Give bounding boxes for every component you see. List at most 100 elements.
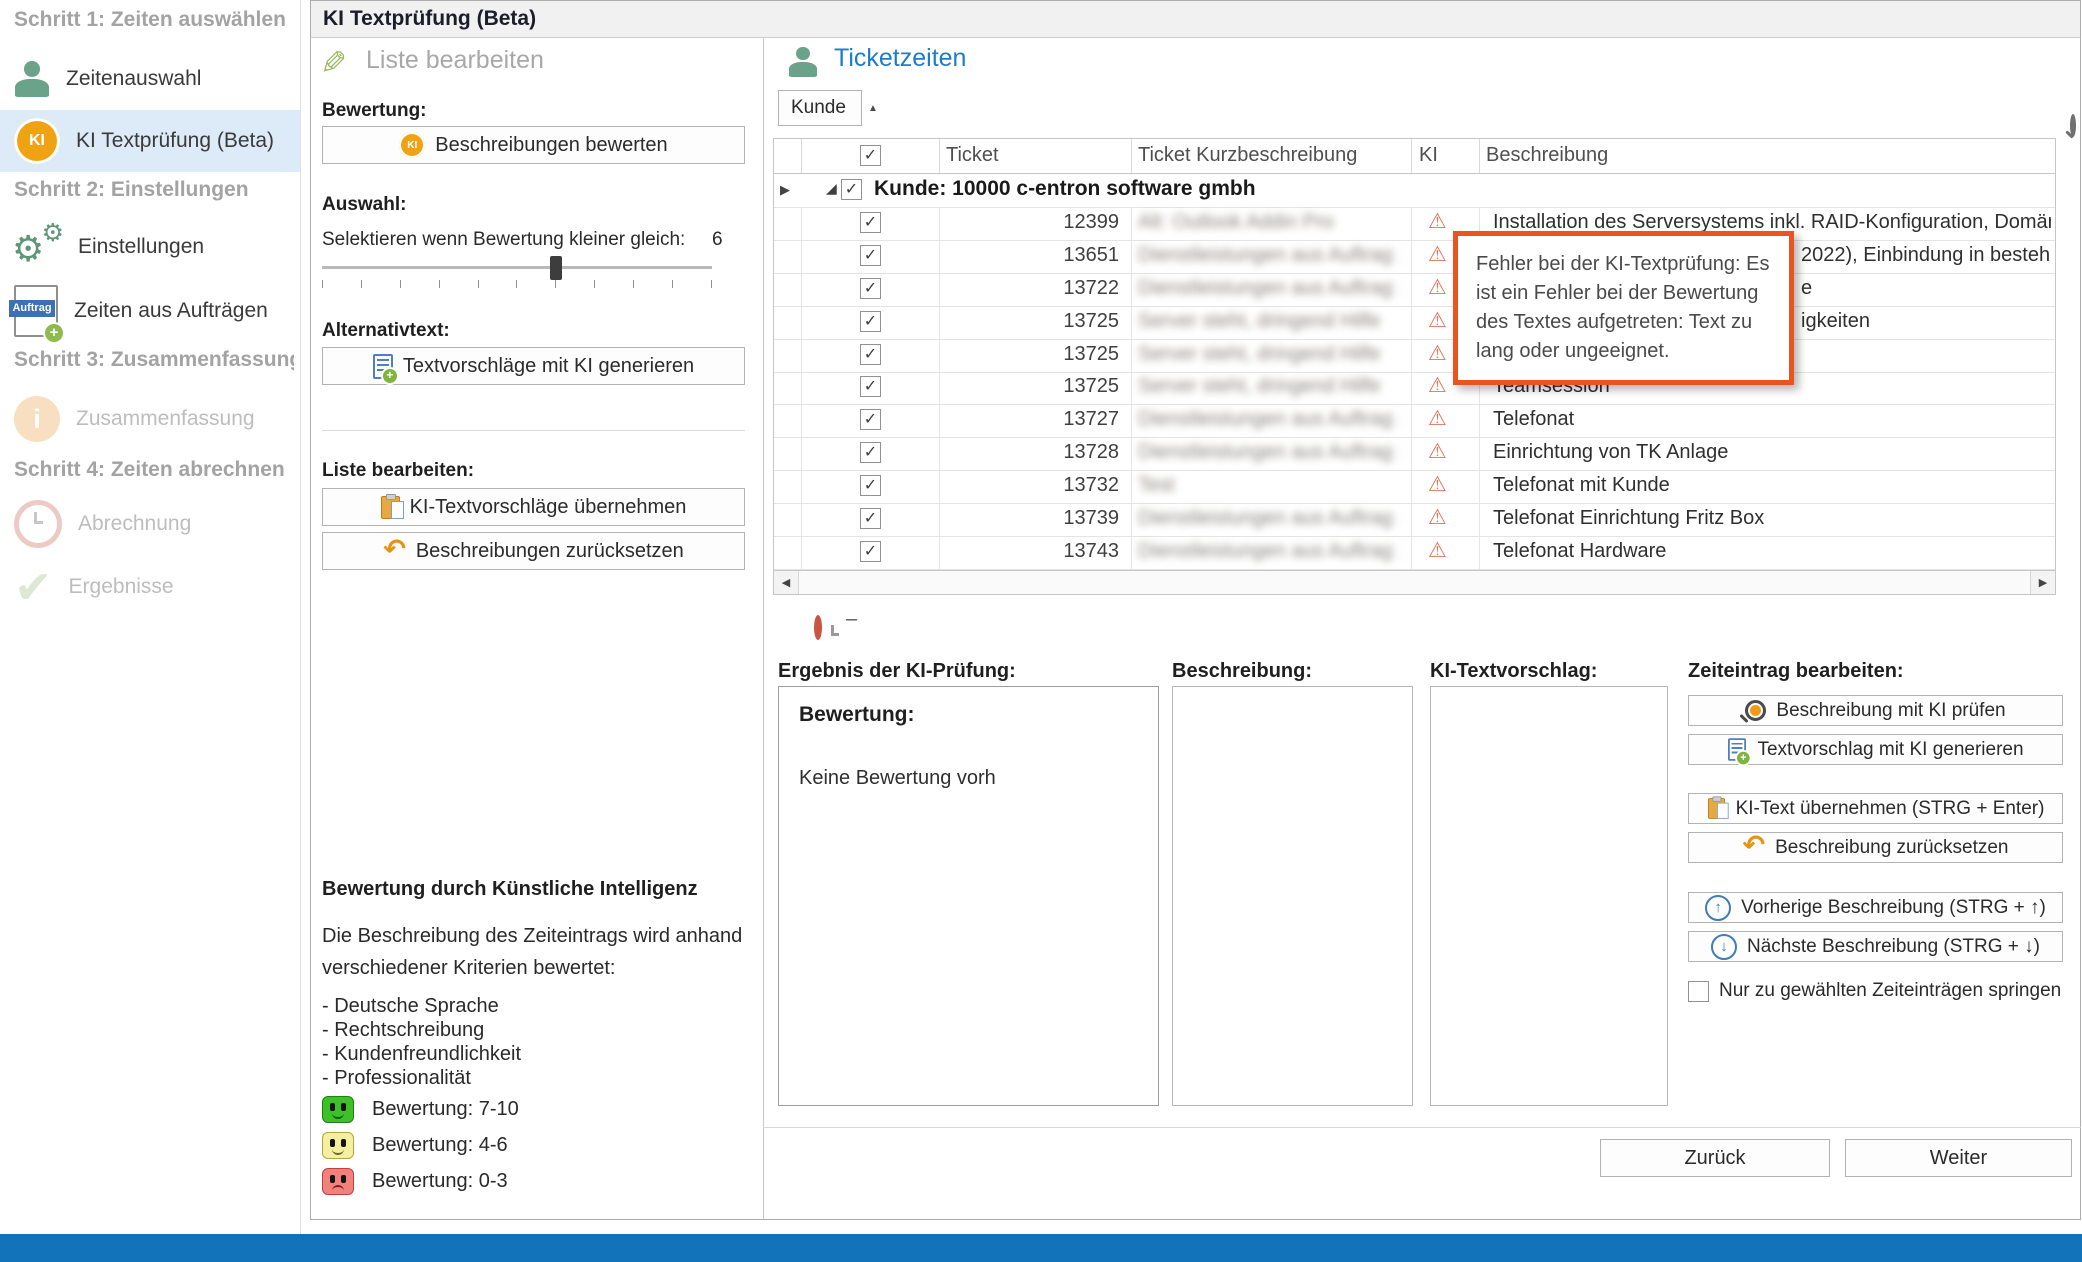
table-row[interactable]: 13725 Server steht, dringend Hilfe (774, 339, 2055, 373)
sidebar-item-label: Zeitenauswahl (66, 67, 201, 91)
legend-label: Bewertung: 0-3 (372, 1170, 508, 1193)
row-checkbox[interactable] (860, 475, 881, 496)
group-checkbox[interactable] (841, 179, 862, 200)
next-button[interactable]: Weiter (1845, 1139, 2072, 1177)
ticket-short-redacted: Dienstleistungen aus Auftrag 204... (1138, 507, 1400, 530)
row-checkbox[interactable] (860, 541, 881, 562)
suggestion-textarea[interactable] (1430, 686, 1668, 1106)
apply-ki-text-button[interactable]: KI-Text übernehmen (STRG + Enter) (1688, 793, 2063, 824)
ticket-number: 12399 (939, 211, 1119, 234)
button-label: Beschreibungen zurücksetzen (416, 540, 684, 563)
legend-label: Bewertung: 4-6 (372, 1134, 508, 1157)
ticket-short-redacted: Dienstleistungen aus Auftrag 201... (1138, 408, 1400, 431)
table-row[interactable]: 12399 Alt: Outlook Addin Pro Installatio… (774, 207, 2055, 241)
check-with-ki-button[interactable]: Beschreibung mit KI prüfen (1688, 695, 2063, 726)
rating-slider-track[interactable] (322, 266, 712, 269)
jump-checkbox[interactable] (1688, 981, 1709, 1002)
person-icon (14, 61, 50, 97)
divider (322, 430, 745, 431)
ticket-short-redacted: Server steht, dringend Hilfe (1138, 310, 1400, 333)
clock-icon (14, 500, 62, 548)
row-checkbox[interactable] (860, 212, 881, 233)
row-checkbox[interactable] (860, 278, 881, 299)
description-textarea[interactable] (1172, 686, 1413, 1106)
sidebar-item-zeiten-aus-auftraegen[interactable]: Auftrag Zeiten aus Aufträgen (0, 284, 300, 338)
table-row[interactable]: 13739 Dienstleistungen aus Auftrag 204..… (774, 503, 2055, 537)
group-row[interactable]: Kunde: 10000 c-entron software gmbh (774, 173, 2055, 208)
column-header-kurzbeschreibung[interactable]: Ticket Kurzbeschreibung (1138, 144, 1357, 167)
sidebar-item-label: Zeiten aus Aufträgen (74, 299, 268, 323)
beschreibungen-zuruecksetzen-button[interactable]: Beschreibungen zurücksetzen (322, 532, 745, 570)
table-row[interactable]: 13651 Dienstleistungen aus Auftrag 201..… (774, 240, 2055, 274)
rating-legend-mid: Bewertung: 4-6 (322, 1132, 508, 1159)
row-checkbox[interactable] (860, 344, 881, 365)
select-all-checkbox[interactable] (860, 145, 881, 166)
ticket-number: 13728 (939, 441, 1119, 464)
step2-header: Schritt 2: Einstellungen (14, 178, 294, 202)
ticket-number: 13743 (939, 540, 1119, 563)
beschreibungen-bewerten-button[interactable]: KI Beschreibungen bewerten (322, 126, 745, 164)
ticket-short-redacted: Test (1138, 474, 1400, 497)
search-icon[interactable] (2070, 114, 2076, 137)
sidebar-item-zusammenfassung[interactable]: Zusammenfassung (0, 392, 300, 446)
order-icon-label: Auftrag (9, 300, 55, 317)
sidebar-item-ki-textpruefung[interactable]: KI KI Textprüfung (Beta) (0, 110, 300, 172)
column-header-ki[interactable]: KI (1419, 144, 1438, 167)
yellow-robot-icon (322, 1132, 354, 1159)
ticket-number: 13725 (939, 343, 1119, 366)
row-checkbox[interactable] (860, 442, 881, 463)
table-row[interactable]: 13727 Dienstleistungen aus Auftrag 201..… (774, 404, 2055, 438)
previous-description-button[interactable]: Vorherige Beschreibung (STRG + ↑) (1688, 892, 2063, 923)
description-cell: Telefonat mit Kunde (1493, 474, 2051, 497)
scroll-right-arrow[interactable] (2030, 571, 2055, 594)
rating-legend-bad: Bewertung: 0-3 (322, 1168, 508, 1195)
table-row[interactable]: 13725 Server steht, dringend Hilfe Teams… (774, 371, 2055, 405)
document-plus-icon (1728, 738, 1746, 761)
row-checkbox[interactable] (860, 409, 881, 430)
table-horizontal-scrollbar[interactable] (773, 570, 2056, 595)
group-expander-icon[interactable] (826, 180, 837, 198)
row-checkbox[interactable] (860, 245, 881, 266)
warning-icon (1428, 540, 1447, 562)
scroll-left-arrow[interactable] (774, 571, 799, 594)
warning-icon (1428, 211, 1447, 233)
jump-checkbox-row: Nur zu gewählten Zeiteinträgen springen (1688, 980, 2061, 1002)
sidebar-item-abrechnung[interactable]: Abrechnung (0, 498, 300, 550)
bewertung-label: Bewertung: (322, 100, 427, 122)
table-row[interactable]: 13722 Dienstleistungen aus Auftrag 201..… (774, 273, 2055, 307)
panel-divider (763, 38, 764, 1219)
ticket-short-redacted: Dienstleistungen aus Auftrag 204... (1138, 540, 1400, 563)
sidebar-item-zeitenauswahl[interactable]: Zeitenauswahl (0, 54, 300, 104)
table-row[interactable]: 13725 Server steht, dringend Hilfe igkei… (774, 306, 2055, 340)
warning-icon (1428, 244, 1447, 266)
ticket-number: 13725 (939, 310, 1119, 333)
time-entry-value: – (846, 608, 857, 631)
row-checkbox[interactable] (860, 376, 881, 397)
liste-bearbeiten-label: Liste bearbeiten: (322, 460, 474, 482)
table-row[interactable]: 13743 Dienstleistungen aus Auftrag 204..… (774, 536, 2055, 570)
warning-icon (1428, 474, 1447, 496)
group-by-kunde-button[interactable]: Kunde (778, 90, 862, 126)
back-button[interactable]: Zurück (1600, 1139, 1830, 1177)
rating-slider-thumb[interactable] (550, 256, 562, 280)
jump-checkbox-label: Nur zu gewählten Zeiteinträgen springen (1719, 980, 2061, 1002)
reset-description-button[interactable]: Beschreibung zurücksetzen (1688, 832, 2063, 863)
row-checkbox[interactable] (860, 311, 881, 332)
ticketzeiten-title: Ticketzeiten (834, 44, 966, 73)
generate-suggestion-button[interactable]: Textvorschlag mit KI generieren (1688, 734, 2063, 765)
step4-header: Schritt 4: Zeiten abrechnen (14, 458, 294, 482)
sidebar-item-ergebnisse[interactable]: Ergebnisse (0, 560, 300, 614)
table-row[interactable]: 13732 Test Telefonat mit Kunde (774, 470, 2055, 504)
row-checkbox[interactable] (860, 508, 881, 529)
table-row[interactable]: 13728 Dienstleistungen aus Auftrag 201..… (774, 437, 2055, 471)
next-description-button[interactable]: Nächste Beschreibung (STRG + ↓) (1688, 931, 2063, 962)
result-heading: Bewertung: (799, 703, 1158, 727)
column-header-beschreibung[interactable]: Beschreibung (1486, 144, 1608, 167)
group-by-label: Kunde (791, 97, 846, 119)
sidebar-item-einstellungen[interactable]: Einstellungen (0, 222, 300, 272)
info-title: Bewertung durch Künstliche Intelligenz (322, 878, 698, 901)
ticketzeiten-table: Ticket Ticket Kurzbeschreibung KI Beschr… (773, 138, 2056, 570)
ki-textvorschlaege-uebernehmen-button[interactable]: KI-Textvorschläge übernehmen (322, 488, 745, 526)
column-header-ticket[interactable]: Ticket (946, 144, 999, 167)
textvorschlaege-generieren-button[interactable]: Textvorschläge mit KI generieren (322, 347, 745, 385)
